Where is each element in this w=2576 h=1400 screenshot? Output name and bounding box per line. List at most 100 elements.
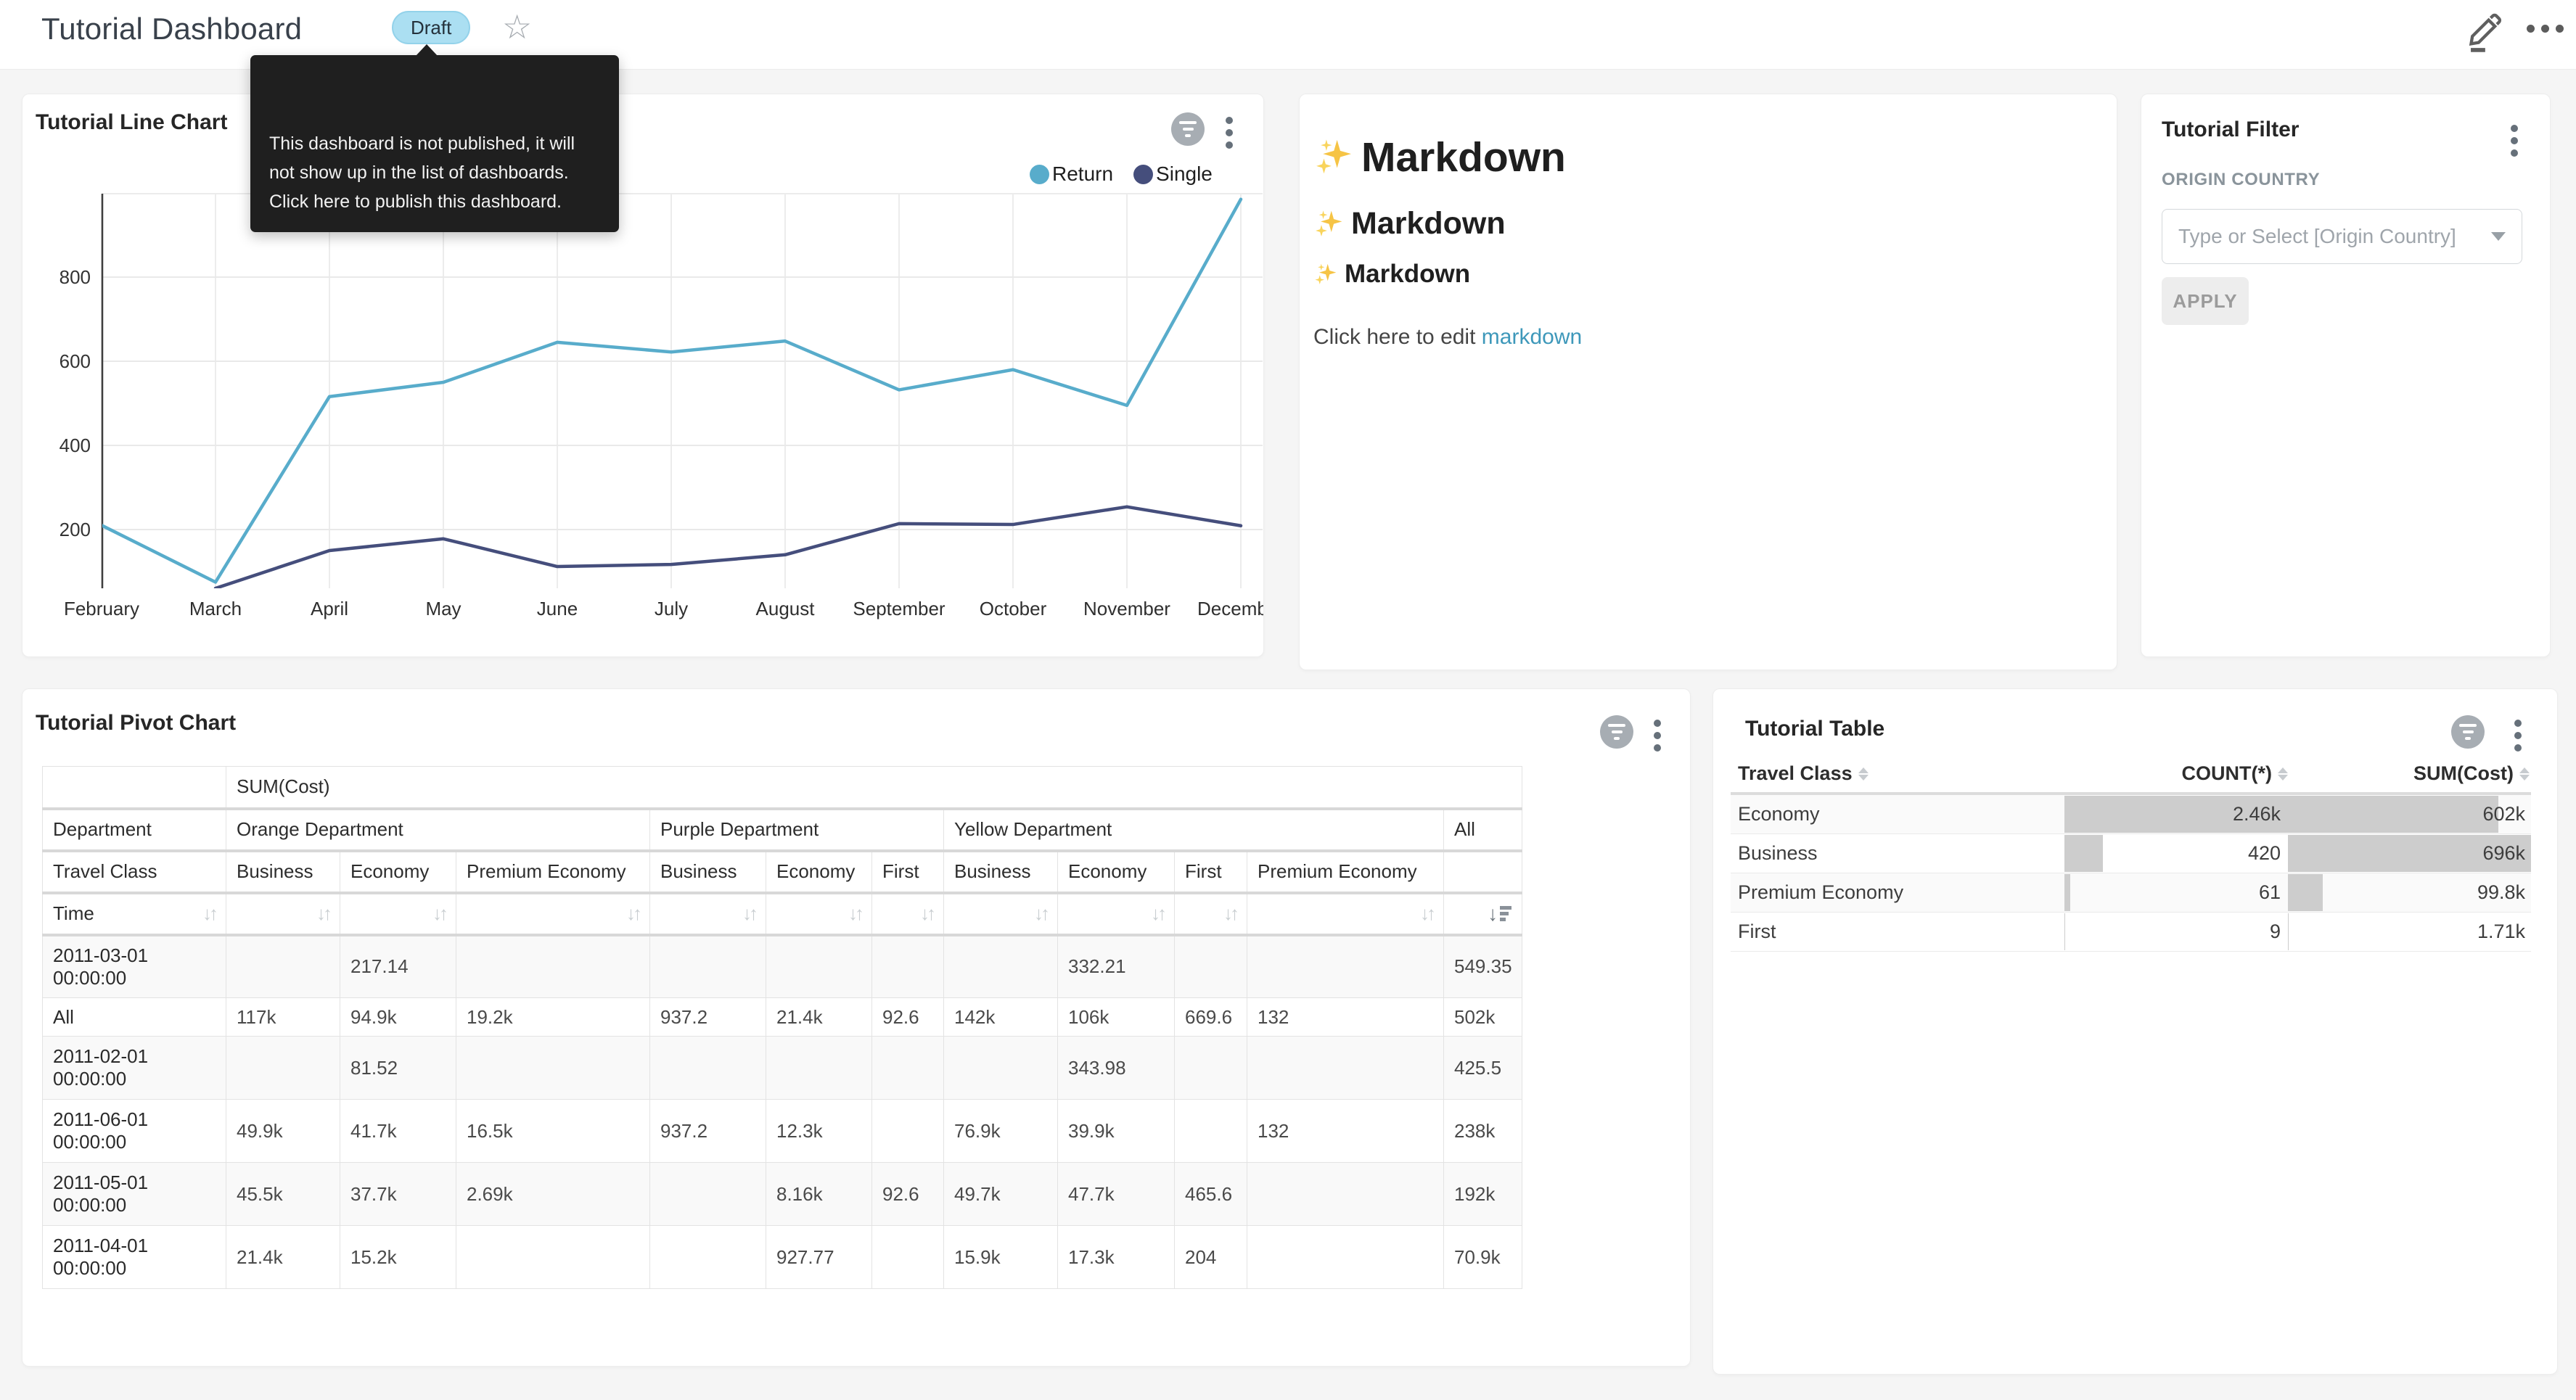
publish-tooltip: This dashboard is not published, it will… — [250, 55, 619, 232]
sort-carets-icon — [2519, 767, 2530, 781]
sort-icon[interactable]: ↓↑ — [316, 902, 329, 925]
svg-text:November: November — [1083, 598, 1170, 619]
pivot-cell — [226, 935, 340, 998]
pivot-group-header[interactable]: All — [1444, 809, 1522, 851]
table-column-header[interactable]: SUM(Cost) — [2288, 762, 2531, 785]
pivot-col-header[interactable]: Business — [226, 851, 340, 893]
markdown-card[interactable]: Markdown Markdown Markdown Click here to… — [1299, 94, 2117, 670]
pivot-sort-cell: ↓↑ — [456, 893, 650, 935]
pivot-group-header[interactable]: Purple Department — [650, 809, 944, 851]
pivot-cell — [872, 1226, 944, 1289]
svg-text:May: May — [425, 598, 461, 619]
pivot-cell: 17.3k — [1058, 1226, 1175, 1289]
pivot-chart-kebab-icon[interactable] — [1651, 717, 1664, 754]
pivot-row-header: 2011-04-01 00:00:00 — [43, 1226, 226, 1289]
sort-icon[interactable]: ↓↑ — [848, 902, 861, 925]
pivot-sort-cell: ↓ — [1444, 893, 1522, 935]
sum-cell: 1.71k — [2288, 913, 2531, 951]
pivot-cell: 204 — [1175, 1226, 1247, 1289]
svg-text:600: 600 — [60, 350, 91, 372]
pivot-cell: 49.7k — [944, 1163, 1058, 1226]
pivot-cell — [456, 1037, 650, 1100]
markdown-h1: Markdown — [1313, 133, 1566, 181]
pivot-col-header[interactable]: Business — [650, 851, 766, 893]
pivot-sort-cell: ↓↑ — [226, 893, 340, 935]
pivot-cell: 47.7k — [1058, 1163, 1175, 1226]
sort-desc-active-icon[interactable]: ↓ — [1488, 904, 1511, 924]
travel-class-cell: Premium Economy — [1731, 873, 2064, 912]
pivot-col-header[interactable]: Business — [944, 851, 1058, 893]
pivot-col-header[interactable]: Premium Economy — [456, 851, 650, 893]
pivot-sort-cell: ↓↑ — [944, 893, 1058, 935]
pivot-cell: 142k — [944, 998, 1058, 1037]
pivot-row: All117k94.9k19.2k937.221.4k92.6142k106k6… — [43, 998, 1522, 1037]
sort-icon[interactable]: ↓↑ — [742, 902, 755, 925]
pivot-cell: 37.7k — [340, 1163, 456, 1226]
pivot-cell: 937.2 — [650, 1100, 766, 1163]
pivot-col-header[interactable]: Economy — [340, 851, 456, 893]
pivot-col-header[interactable]: Premium Economy — [1247, 851, 1444, 893]
pivot-cell: 132 — [1247, 1100, 1444, 1163]
pivot-cell — [226, 1037, 340, 1100]
sort-icon[interactable]: ↓↑ — [1223, 902, 1236, 925]
tooltip-text: This dashboard is not published, it will… — [269, 133, 575, 212]
pivot-cell: 425.5 — [1444, 1037, 1522, 1100]
table-header-row: Travel ClassCOUNT(*)SUM(Cost) — [1731, 755, 2531, 795]
line-chart-svg[interactable]: 200400600800FebruaryMarchAprilMayJuneJul… — [22, 94, 1264, 646]
apply-button[interactable]: APPLY — [2162, 277, 2249, 325]
pivot-sort-cell: ↓↑ — [1175, 893, 1247, 935]
table-row: Economy2.46k602k — [1731, 795, 2531, 834]
pivot-cell: 15.9k — [944, 1226, 1058, 1289]
count-cell: 9 — [2064, 913, 2288, 951]
pivot-cell — [872, 935, 944, 998]
pivot-col-header[interactable]: Economy — [1058, 851, 1175, 893]
draft-badge[interactable]: Draft — [392, 11, 470, 44]
origin-country-select[interactable]: Type or Select [Origin Country] — [2162, 209, 2522, 264]
filter-card-kebab-icon[interactable] — [2508, 122, 2521, 160]
pivot-cell: 8.16k — [766, 1163, 872, 1226]
pivot-cell: 21.4k — [766, 998, 872, 1037]
pivot-col-header[interactable]: Economy — [766, 851, 872, 893]
svg-text:December: December — [1197, 598, 1264, 619]
applied-filters-icon[interactable] — [2451, 715, 2485, 749]
favorite-star-icon[interactable]: ☆ — [502, 7, 532, 46]
sort-icon[interactable]: ↓↑ — [626, 902, 639, 925]
dashboard-screen: Tutorial Dashboard Draft ☆ This dashboar… — [0, 0, 2576, 1400]
pivot-group-header[interactable]: Orange Department — [226, 809, 650, 851]
pivot-col-header[interactable]: First — [872, 851, 944, 893]
table-column-header[interactable]: COUNT(*) — [2064, 762, 2288, 785]
pivot-col-header[interactable] — [1444, 851, 1522, 893]
sort-icon[interactable]: ↓↑ — [1034, 902, 1047, 925]
svg-text:August: August — [756, 598, 816, 619]
sort-icon[interactable]: ↓↑ — [202, 902, 216, 925]
pivot-cell: 132 — [1247, 998, 1444, 1037]
pivot-cell: 192k — [1444, 1163, 1522, 1226]
pivot-table: SUM(Cost)DepartmentOrange DepartmentPurp… — [42, 766, 1522, 1289]
pivot-cell: 81.52 — [340, 1037, 456, 1100]
pivot-group-header[interactable]: Yellow Department — [944, 809, 1444, 851]
pivot-row-header: All — [43, 998, 226, 1037]
sort-icon[interactable]: ↓↑ — [1420, 902, 1433, 925]
markdown-paragraph: Click here to edit markdown — [1313, 325, 1582, 350]
edit-pencil-icon[interactable] — [2466, 12, 2503, 52]
pivot-row: 2011-06-01 00:00:0049.9k41.7k16.5k937.21… — [43, 1100, 1522, 1163]
sort-icon[interactable]: ↓↑ — [1151, 902, 1164, 925]
pivot-cell: 549.35 — [1444, 935, 1522, 998]
more-menu-icon[interactable] — [2527, 25, 2564, 33]
pivot-cell — [1175, 1037, 1247, 1100]
table-card: Tutorial Table Travel ClassCOUNT(*)SUM(C… — [1712, 688, 2558, 1375]
sort-icon[interactable]: ↓↑ — [432, 902, 446, 925]
pivot-col-header[interactable]: First — [1175, 851, 1247, 893]
markdown-paragraph-text: Click here to edit — [1313, 325, 1482, 349]
pivot-time-label: Time↓↑ — [43, 893, 226, 935]
pivot-cell: 19.2k — [456, 998, 650, 1037]
tooltip-arrow — [416, 44, 438, 56]
table-column-header[interactable]: Travel Class — [1731, 762, 2064, 785]
sort-icon[interactable]: ↓↑ — [920, 902, 933, 925]
applied-filters-icon[interactable] — [1600, 715, 1633, 749]
markdown-link[interactable]: markdown — [1482, 325, 1582, 349]
table-card-kebab-icon[interactable] — [2511, 717, 2524, 754]
pivot-cell — [766, 935, 872, 998]
chevron-down-icon — [2491, 232, 2506, 241]
pivot-row-header: 2011-06-01 00:00:00 — [43, 1100, 226, 1163]
